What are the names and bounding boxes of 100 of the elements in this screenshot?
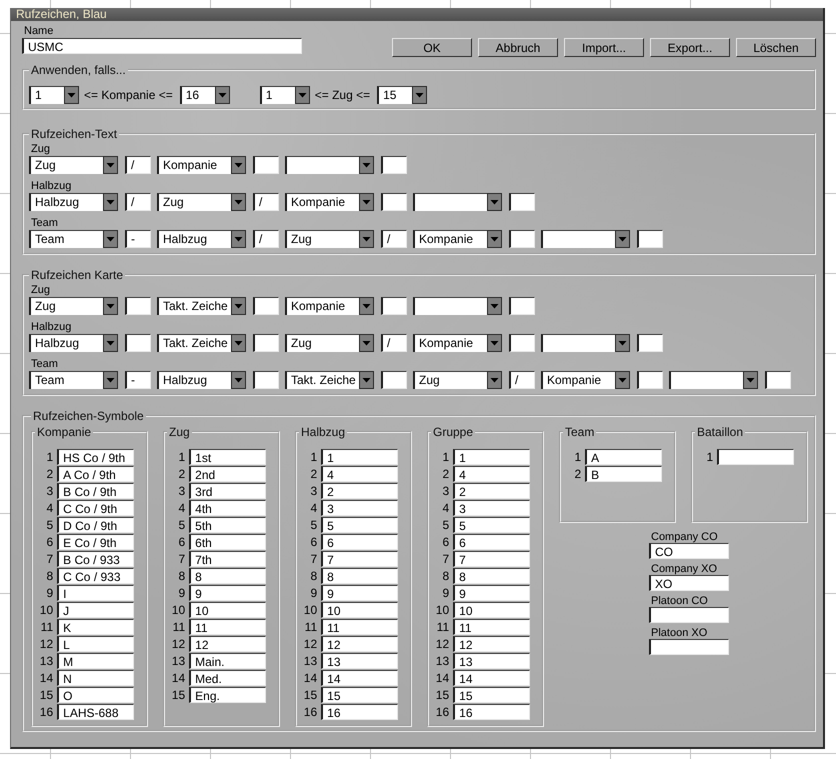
dropdown[interactable]: Zug bbox=[157, 193, 246, 211]
officer-field[interactable] bbox=[649, 639, 729, 655]
entry-field[interactable]: C Co / 933 bbox=[57, 568, 134, 584]
text-field[interactable] bbox=[253, 371, 279, 389]
entry-field[interactable]: 14 bbox=[453, 670, 530, 686]
entry-field[interactable]: I bbox=[57, 584, 134, 600]
dropdown[interactable]: Zug bbox=[413, 371, 502, 389]
entry-field[interactable]: 13 bbox=[321, 652, 398, 668]
text-field[interactable] bbox=[125, 297, 151, 315]
dropdown[interactable]: Zug bbox=[29, 156, 118, 174]
dropdown[interactable]: Kompanie bbox=[413, 230, 502, 248]
entry-field[interactable]: 12 bbox=[321, 636, 398, 652]
text-field[interactable] bbox=[509, 334, 535, 352]
entry-field[interactable]: N bbox=[57, 670, 134, 686]
text-field[interactable]: - bbox=[125, 230, 151, 248]
entry-field[interactable]: 5th bbox=[189, 516, 266, 532]
entry-field[interactable]: D Co / 9th bbox=[57, 516, 134, 532]
entry-field[interactable]: 16 bbox=[321, 704, 398, 720]
text-field[interactable] bbox=[637, 371, 663, 389]
entry-field[interactable]: 7 bbox=[453, 550, 530, 566]
import-button[interactable]: Import... bbox=[564, 38, 644, 57]
entry-field[interactable]: B Co / 9th bbox=[57, 482, 134, 498]
cancel-button[interactable]: Abbruch bbox=[478, 38, 558, 57]
entry-field[interactable]: 10 bbox=[453, 602, 530, 618]
entry-field[interactable]: 8 bbox=[321, 568, 398, 584]
dropdown[interactable]: Kompanie bbox=[285, 297, 374, 315]
entry-field[interactable]: LAHS-688 bbox=[57, 704, 134, 720]
dropdown[interactable]: Kompanie bbox=[541, 371, 630, 389]
dropdown[interactable]: 1 bbox=[29, 86, 79, 104]
dropdown[interactable] bbox=[541, 230, 630, 248]
entry-field[interactable]: 8 bbox=[189, 568, 266, 584]
dropdown[interactable]: Zug bbox=[285, 230, 374, 248]
dropdown[interactable]: Kompanie bbox=[157, 156, 246, 174]
entry-field[interactable]: 8 bbox=[453, 568, 530, 584]
entry-field[interactable] bbox=[717, 448, 794, 464]
text-field[interactable] bbox=[381, 371, 407, 389]
dropdown[interactable] bbox=[669, 371, 758, 389]
entry-field[interactable]: 15 bbox=[321, 686, 398, 702]
entry-field[interactable]: O bbox=[57, 686, 134, 702]
entry-field[interactable]: 11 bbox=[189, 618, 266, 634]
dropdown[interactable]: Halbzug bbox=[29, 334, 118, 352]
entry-field[interactable]: 2nd bbox=[189, 466, 266, 482]
entry-field[interactable]: 11 bbox=[453, 618, 530, 634]
entry-field[interactable]: HS Co / 9th bbox=[57, 448, 134, 464]
entry-field[interactable]: A Co / 9th bbox=[57, 466, 134, 482]
entry-field[interactable]: 16 bbox=[453, 704, 530, 720]
text-field[interactable]: / bbox=[381, 334, 407, 352]
entry-field[interactable]: B bbox=[585, 466, 662, 482]
entry-field[interactable]: 12 bbox=[189, 636, 266, 652]
entry-field[interactable]: 2 bbox=[453, 482, 530, 498]
entry-field[interactable]: 2 bbox=[321, 482, 398, 498]
entry-field[interactable]: 10 bbox=[189, 602, 266, 618]
entry-field[interactable]: J bbox=[57, 602, 134, 618]
text-field[interactable]: - bbox=[125, 371, 151, 389]
dropdown[interactable]: Zug bbox=[29, 297, 118, 315]
dropdown[interactable] bbox=[285, 156, 374, 174]
text-field[interactable]: / bbox=[125, 156, 151, 174]
entry-field[interactable]: 3rd bbox=[189, 482, 266, 498]
entry-field[interactable]: A bbox=[585, 448, 662, 464]
entry-field[interactable]: 4 bbox=[321, 466, 398, 482]
entry-field[interactable]: C Co / 9th bbox=[57, 500, 134, 516]
entry-field[interactable]: K bbox=[57, 618, 134, 634]
dropdown[interactable]: Zug bbox=[285, 334, 374, 352]
entry-field[interactable]: 13 bbox=[453, 652, 530, 668]
entry-field[interactable]: 5 bbox=[453, 516, 530, 532]
text-field[interactable] bbox=[509, 193, 535, 211]
dropdown[interactable]: Takt. Zeiche bbox=[285, 371, 374, 389]
text-field[interactable] bbox=[509, 230, 535, 248]
entry-field[interactable]: Med. bbox=[189, 670, 266, 686]
dropdown[interactable]: Halbzug bbox=[29, 193, 118, 211]
text-field[interactable] bbox=[253, 297, 279, 315]
text-field[interactable] bbox=[381, 297, 407, 315]
entry-field[interactable]: 4 bbox=[453, 466, 530, 482]
entry-field[interactable]: 9 bbox=[453, 584, 530, 600]
text-field[interactable]: / bbox=[253, 230, 279, 248]
dropdown[interactable]: Team bbox=[29, 371, 118, 389]
dropdown[interactable]: Kompanie bbox=[285, 193, 374, 211]
dropdown[interactable]: Halbzug bbox=[157, 371, 246, 389]
text-field[interactable] bbox=[765, 371, 791, 389]
entry-field[interactable]: B Co / 933 bbox=[57, 550, 134, 566]
entry-field[interactable]: M bbox=[57, 652, 134, 668]
dropdown[interactable] bbox=[413, 193, 502, 211]
entry-field[interactable]: L bbox=[57, 636, 134, 652]
dropdown[interactable]: 15 bbox=[377, 86, 428, 104]
entry-field[interactable]: 1 bbox=[321, 448, 398, 464]
entry-field[interactable]: 1 bbox=[453, 448, 530, 464]
dropdown[interactable]: Takt. Zeiche bbox=[157, 334, 246, 352]
entry-field[interactable]: 6 bbox=[453, 534, 530, 550]
entry-field[interactable]: Main. bbox=[189, 652, 266, 668]
text-field[interactable] bbox=[381, 193, 407, 211]
entry-field[interactable]: 6th bbox=[189, 534, 266, 550]
dropdown[interactable] bbox=[413, 297, 502, 315]
text-field[interactable] bbox=[637, 334, 663, 352]
entry-field[interactable]: 14 bbox=[321, 670, 398, 686]
entry-field[interactable]: 9 bbox=[321, 584, 398, 600]
delete-button[interactable]: Löschen bbox=[736, 38, 816, 57]
dropdown[interactable]: Halbzug bbox=[157, 230, 246, 248]
entry-field[interactable]: 15 bbox=[453, 686, 530, 702]
entry-field[interactable]: E Co / 9th bbox=[57, 534, 134, 550]
dropdown[interactable]: Kompanie bbox=[413, 334, 502, 352]
